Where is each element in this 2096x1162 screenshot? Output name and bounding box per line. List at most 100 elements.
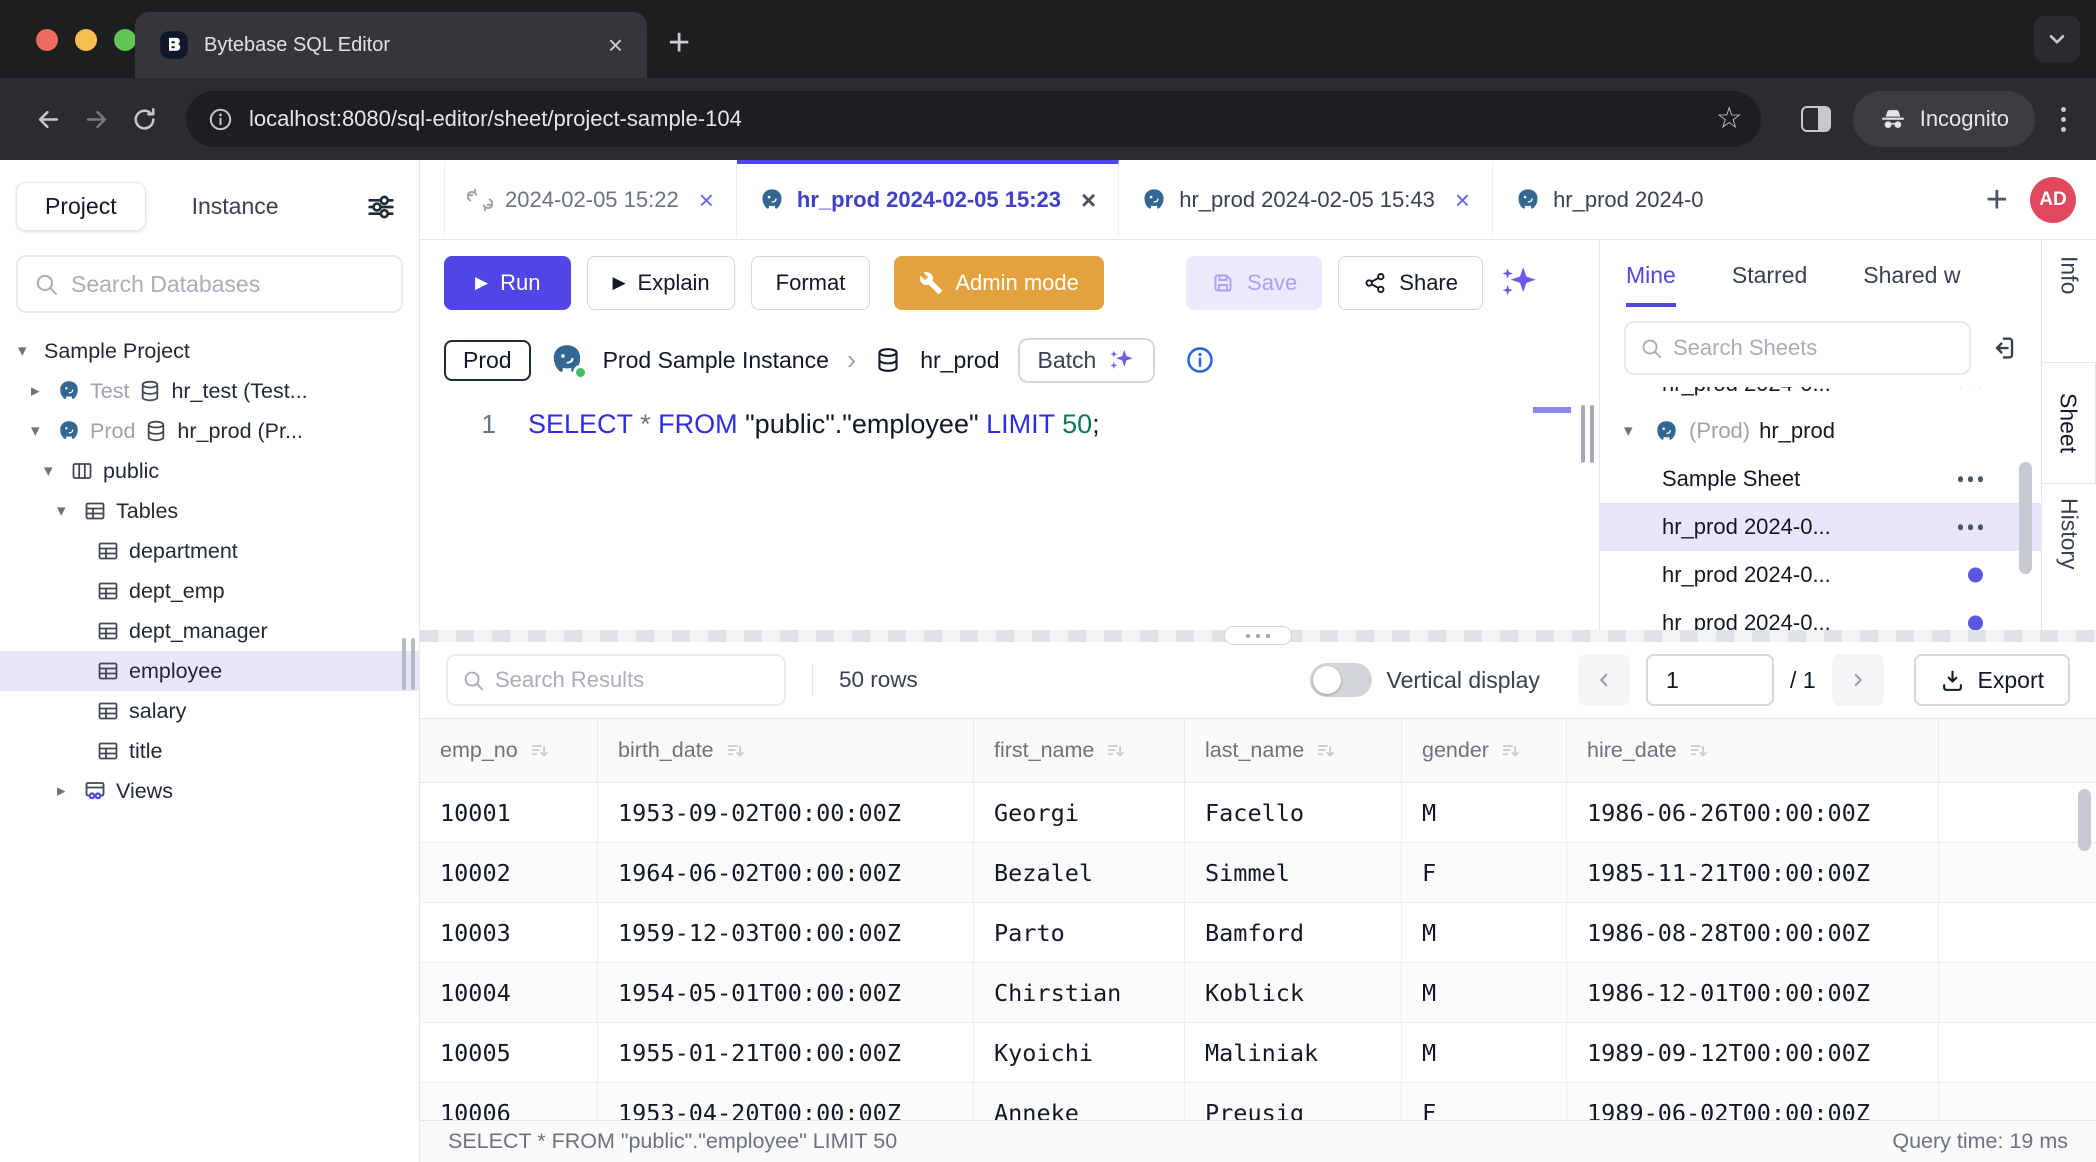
results-drag-divider[interactable] — [420, 630, 2096, 642]
sheet-item[interactable]: hr_prod 2024-0... — [1600, 599, 2041, 630]
avatar[interactable]: AD — [2030, 177, 2076, 223]
database-name[interactable]: hr_prod — [920, 347, 999, 374]
more-menu-icon[interactable] — [1953, 524, 1983, 530]
close-window-button[interactable] — [36, 29, 58, 51]
table-row[interactable]: 100051955-01-21T00:00:00ZKyoichiMaliniak… — [420, 1023, 2096, 1083]
save-button[interactable]: Save — [1186, 256, 1322, 310]
table-row[interactable]: 100031959-12-03T00:00:00ZPartoBamfordM19… — [420, 903, 2096, 963]
sheet-search[interactable] — [1624, 321, 1971, 375]
new-sheet-button[interactable]: + — [1986, 181, 2008, 219]
column-header-gender[interactable]: gender — [1402, 719, 1567, 782]
forward-button[interactable] — [72, 95, 120, 143]
column-header-emp_no[interactable]: emp_no — [420, 719, 598, 782]
cell-last_name[interactable]: Preusig — [1185, 1083, 1402, 1120]
ai-assistant-button[interactable] — [1499, 261, 1543, 305]
cell-first_name[interactable]: Parto — [974, 903, 1185, 962]
site-info-icon[interactable] — [208, 107, 233, 132]
cell-birth_date[interactable]: 1959-12-03T00:00:00Z — [598, 903, 974, 962]
minimize-window-button[interactable] — [75, 29, 97, 51]
sheet-tab-hr-prod-2024-0[interactable]: hr_prod 2024-0 — [1493, 160, 1725, 239]
close-sheet-tab-icon[interactable]: × — [699, 187, 714, 213]
table-row[interactable]: 100011953-09-02T00:00:00ZGeorgiFacelloM1… — [420, 783, 2096, 843]
tree-item-tables[interactable]: ▾Tables — [0, 491, 419, 531]
cell-hire_date[interactable]: 1985-11-21T00:00:00Z — [1567, 843, 1939, 902]
database-search-input[interactable] — [71, 271, 385, 298]
instance-name[interactable]: Prod Sample Instance — [603, 347, 829, 374]
cell-first_name[interactable]: Georgi — [974, 783, 1185, 842]
cell-emp_no[interactable]: 10001 — [420, 783, 598, 842]
cell-birth_date[interactable]: 1955-01-21T00:00:00Z — [598, 1023, 974, 1082]
sidebar-tab-project[interactable]: Project — [16, 182, 146, 231]
cell-first_name[interactable]: Kyoichi — [974, 1023, 1185, 1082]
column-header-last_name[interactable]: last_name — [1185, 719, 1402, 782]
format-button[interactable]: Format — [751, 256, 871, 310]
sidebar-tab-instance[interactable]: Instance — [192, 193, 279, 220]
tree-item-department[interactable]: department — [0, 531, 419, 571]
sheet-tab-hr-prod-2024-02-05-15-43[interactable]: hr_prod 2024-02-05 15:43× — [1119, 160, 1493, 239]
cell-emp_no[interactable]: 10002 — [420, 843, 598, 902]
tree-item-test[interactable]: ▸Testhr_test (Test... — [0, 371, 419, 411]
rail-tab-sheet[interactable]: Sheet — [2042, 362, 2096, 484]
tree-item-salary[interactable]: salary — [0, 691, 419, 731]
tree-item-title[interactable]: title — [0, 731, 419, 771]
sidebar-resize-handle[interactable] — [402, 638, 415, 690]
collapse-panel-icon[interactable] — [1987, 333, 2017, 363]
cell-gender[interactable]: F — [1402, 1083, 1567, 1120]
reload-button[interactable] — [120, 95, 168, 143]
cell-birth_date[interactable]: 1954-05-01T00:00:00Z — [598, 963, 974, 1022]
page-number-input[interactable] — [1646, 654, 1774, 706]
sheet-search-input[interactable] — [1673, 335, 1955, 361]
caret-down-icon[interactable]: ▾ — [31, 421, 57, 441]
cell-hire_date[interactable]: 1986-12-01T00:00:00Z — [1567, 963, 1939, 1022]
cell-last_name[interactable]: Bamford — [1185, 903, 1402, 962]
cell-first_name[interactable]: Chirstian — [974, 963, 1185, 1022]
cell-emp_no[interactable]: 10004 — [420, 963, 598, 1022]
cell-emp_no[interactable]: 10006 — [420, 1083, 598, 1120]
new-browser-tab-button[interactable]: + — [668, 24, 690, 62]
cell-gender[interactable]: F — [1402, 843, 1567, 902]
database-search[interactable] — [16, 255, 403, 313]
sheet-item[interactable]: hr_prod 2024-0... — [1600, 503, 2041, 551]
cell-hire_date[interactable]: 1986-08-28T00:00:00Z — [1567, 903, 1939, 962]
zoom-window-button[interactable] — [114, 29, 136, 51]
sheet-tab-hr-prod-2024-02-05-15-23[interactable]: hr_prod 2024-02-05 15:23× — [737, 160, 1119, 239]
sheet-group[interactable]: ▾(Prod)hr_prod — [1600, 407, 2041, 455]
table-row[interactable]: 100061953-04-20T00:00:00ZAnnekePreusigF1… — [420, 1083, 2096, 1120]
tree-item-dept-emp[interactable]: dept_emp — [0, 571, 419, 611]
cell-emp_no[interactable]: 10003 — [420, 903, 598, 962]
explain-button[interactable]: ▶Explain — [587, 256, 734, 310]
cell-hire_date[interactable]: 1986-06-26T00:00:00Z — [1567, 783, 1939, 842]
panel-resize-handle[interactable] — [1581, 405, 1594, 463]
tab-search-button[interactable] — [2034, 16, 2080, 62]
tree-item-sample-project[interactable]: ▾Sample Project — [0, 331, 419, 371]
cell-first_name[interactable]: Bezalel — [974, 843, 1185, 902]
sheet-tab-2024-02-05-15-22[interactable]: 2024-02-05 15:22× — [444, 160, 737, 239]
tree-item-public[interactable]: ▾public — [0, 451, 419, 491]
tab-shared[interactable]: Shared w — [1863, 262, 1960, 307]
caret-right-icon[interactable]: ▸ — [57, 781, 83, 801]
tree-item-dept-manager[interactable]: dept_manager — [0, 611, 419, 651]
browser-menu-button[interactable] — [2055, 101, 2072, 138]
caret-down-icon[interactable]: ▾ — [44, 461, 70, 481]
sheet-list-scrollbar[interactable] — [2019, 462, 2032, 574]
rail-tab-history[interactable]: History — [2056, 498, 2083, 570]
browser-tab[interactable]: Bytebase SQL Editor × — [135, 12, 647, 78]
table-row[interactable]: 100041954-05-01T00:00:00ZChirstianKoblic… — [420, 963, 2096, 1023]
cell-last_name[interactable]: Facello — [1185, 783, 1402, 842]
tree-item-views[interactable]: ▸Views — [0, 771, 419, 811]
cell-birth_date[interactable]: 1953-04-20T00:00:00Z — [598, 1083, 974, 1120]
share-button[interactable]: Share — [1338, 256, 1483, 310]
tab-starred[interactable]: Starred — [1732, 262, 1807, 307]
export-button[interactable]: Export — [1914, 654, 2070, 706]
cell-hire_date[interactable]: 1989-06-02T00:00:00Z — [1567, 1083, 1939, 1120]
caret-right-icon[interactable]: ▸ — [31, 381, 57, 401]
admin-mode-button[interactable]: Admin mode — [894, 256, 1104, 310]
filter-sliders-icon[interactable] — [365, 191, 397, 223]
sheet-item[interactable]: Sample Sheet — [1600, 455, 2041, 503]
close-sheet-tab-icon[interactable]: × — [1081, 187, 1096, 213]
sql-editor[interactable]: 1 SELECT * FROM "public"."employee" LIMI… — [420, 395, 1599, 630]
tree-item-prod[interactable]: ▾Prodhr_prod (Pr... — [0, 411, 419, 451]
vertical-display-toggle[interactable] — [1310, 663, 1372, 697]
results-search-input[interactable] — [495, 667, 770, 693]
address-bar[interactable]: localhost:8080/sql-editor/sheet/project-… — [186, 91, 1761, 147]
